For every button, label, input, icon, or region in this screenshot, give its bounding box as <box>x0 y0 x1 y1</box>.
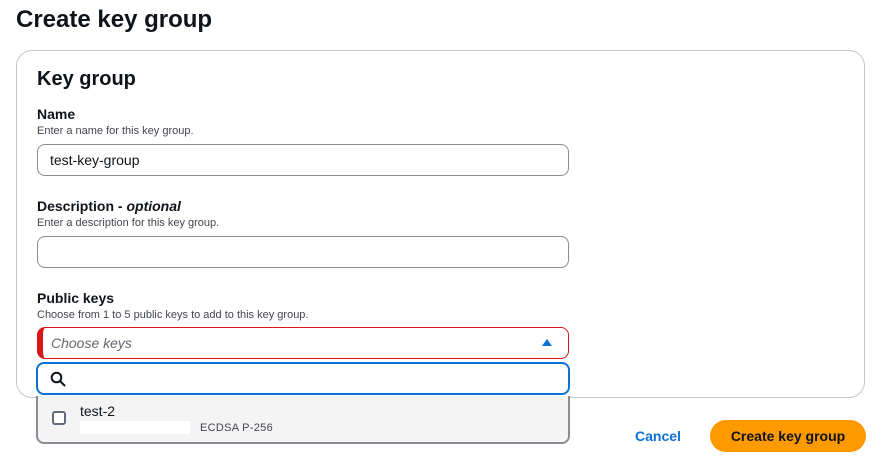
key-group-panel: Key group Name Enter a name for this key… <box>16 50 865 398</box>
public-keys-description: Choose from 1 to 5 public keys to add to… <box>37 309 309 321</box>
option-tag: ECDSA P-256 <box>200 422 274 434</box>
page-title: Create key group <box>16 6 213 33</box>
public-keys-label: Public keys <box>37 290 115 306</box>
name-description: Enter a name for this key group. <box>37 125 194 137</box>
name-input[interactable] <box>37 144 569 176</box>
search-icon <box>50 371 66 387</box>
options-list: test-2 ECDSA P-256 <box>36 396 570 444</box>
description-label-text: Description - <box>37 198 127 214</box>
description-help: Enter a description for this key group. <box>37 217 220 229</box>
panel-title: Key group <box>37 68 136 90</box>
option-label: test-2 <box>80 403 116 419</box>
description-input[interactable] <box>37 236 569 268</box>
optional-tag: optional <box>126 198 181 214</box>
description-label: Description - optional <box>37 197 181 215</box>
create-key-group-button[interactable]: Create key group <box>710 420 866 452</box>
option-checkbox[interactable] <box>52 411 66 425</box>
name-label: Name <box>37 106 76 122</box>
option-test-2[interactable]: test-2 ECDSA P-256 <box>38 396 568 442</box>
cancel-button[interactable]: Cancel <box>635 428 681 444</box>
filter-input[interactable] <box>74 367 558 393</box>
public-keys-select[interactable]: Choose keys <box>37 327 569 359</box>
select-placeholder: Choose keys <box>51 335 132 351</box>
caret-up-icon <box>542 339 552 346</box>
filter-box[interactable] <box>36 362 570 395</box>
redacted-key-id <box>80 421 190 434</box>
